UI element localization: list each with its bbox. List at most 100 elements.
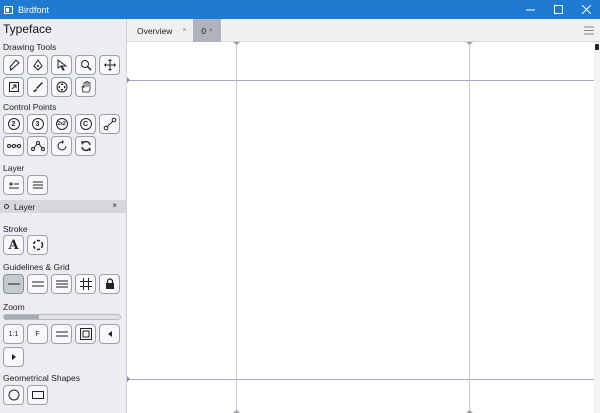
zoom-fit-button[interactable]: F (27, 324, 48, 344)
section-layer: Layer (3, 163, 25, 173)
tab-overview-label: Overview (137, 25, 173, 36)
canvas-scrollbar[interactable] (594, 42, 600, 413)
add-layer-icon (8, 182, 19, 189)
pointer-icon (57, 59, 67, 71)
zoom-fit-label: F (35, 330, 40, 338)
brush-tool-button[interactable] (27, 77, 48, 97)
lock-icon (105, 278, 114, 289)
stroke-text-icon: A (8, 237, 19, 253)
rectangle-shape-button[interactable] (27, 385, 48, 405)
section-geometrical-shapes: Geometrical Shapes (3, 373, 81, 383)
close-button[interactable] (572, 0, 600, 19)
dashed-circle-icon (32, 239, 43, 251)
resize-tool-button[interactable] (3, 77, 24, 97)
point-type-c-label: C (82, 120, 89, 128)
sidebar-title: Typeface (3, 22, 52, 36)
point-type-3-label: 3 (35, 120, 40, 128)
point-type-3-button[interactable]: 3 (27, 114, 48, 134)
layer-name: Layer (14, 201, 36, 212)
maximize-icon (553, 5, 563, 14)
metrics-guides-button[interactable] (27, 274, 48, 294)
hand-tool-button[interactable] (75, 77, 96, 97)
section-zoom: Zoom (3, 302, 25, 312)
pen-tool-button[interactable] (3, 55, 24, 75)
stroke-text-button[interactable]: A (3, 235, 24, 255)
pen-icon (8, 59, 20, 71)
section-drawing-tools: Drawing Tools (3, 42, 57, 52)
guide-markers (127, 42, 473, 413)
move-tool-button[interactable] (99, 55, 120, 75)
close-path-button[interactable] (51, 136, 72, 156)
point-type-2x2-label: 2x2 (57, 121, 66, 127)
zoom-icon (80, 60, 92, 71)
line-points-icon (6, 144, 21, 148)
close-icon (581, 5, 591, 14)
app-icon (4, 5, 13, 14)
lock-guides-button[interactable] (99, 274, 120, 294)
tab-overview[interactable]: Overview × (137, 19, 199, 42)
move-icon (103, 59, 116, 71)
bezier-tool-button[interactable] (27, 55, 48, 75)
curve-points-button[interactable] (99, 114, 120, 134)
title-bar: Birdfont (0, 0, 600, 19)
zoom-next-button[interactable] (3, 347, 24, 367)
show-guides-button[interactable] (3, 274, 24, 294)
window-title: Birdfont (18, 4, 50, 15)
zoom-tool-button[interactable] (75, 55, 96, 75)
tab-glyph-0-label: 0 (201, 25, 207, 36)
select-tool-button[interactable] (51, 55, 72, 75)
layer-settings-button[interactable] (27, 175, 48, 195)
resize-icon (8, 82, 19, 92)
horizontal-line-icon (7, 283, 20, 285)
close-path-icon (57, 140, 66, 151)
point-type-c-button[interactable]: C (75, 114, 96, 134)
layer-visibility-icon[interactable] (4, 204, 9, 209)
zoom-previous-button[interactable] (99, 324, 120, 344)
rectangle-icon (31, 391, 44, 399)
extra-guides-button[interactable] (51, 274, 72, 294)
minimize-button[interactable] (516, 0, 544, 19)
maximize-button[interactable] (544, 0, 572, 19)
point-type-2-label: 2 (11, 120, 16, 128)
tab-overview-close-icon[interactable]: × (182, 27, 186, 34)
zoom-1-to-1-button[interactable]: 1:1 (3, 324, 24, 344)
boundaries-icon (55, 331, 68, 337)
corner-points-button[interactable] (27, 136, 48, 156)
hamburger-menu-icon[interactable] (584, 26, 594, 35)
three-lines-icon (55, 280, 68, 288)
grid-button[interactable] (75, 274, 96, 294)
layers-icon (32, 181, 43, 189)
layer-close-icon[interactable]: × (112, 201, 117, 210)
zoom-selection-button[interactable] (75, 324, 96, 344)
zoom-boundaries-button[interactable] (51, 324, 72, 344)
tab-glyph-0[interactable]: 0 × (193, 19, 221, 42)
zoom-slider[interactable] (3, 314, 121, 320)
zoom-slider-fill (4, 315, 39, 319)
stroke-outline-button[interactable] (27, 235, 48, 255)
tool-sidebar: Typeface Drawing Tools Control Points 2 … (0, 19, 127, 413)
corner-points-icon (30, 141, 45, 151)
scrollbar-thumb[interactable] (595, 44, 599, 50)
section-control-points: Control Points (3, 102, 57, 112)
hand-icon (81, 81, 90, 93)
add-layer-button[interactable] (3, 175, 24, 195)
glyph-canvas[interactable] (127, 42, 594, 413)
section-guidelines: Guidelines & Grid (3, 262, 70, 272)
line-points-button[interactable] (3, 136, 24, 156)
circle-icon (8, 389, 19, 401)
section-stroke: Stroke (3, 224, 28, 234)
reverse-path-button[interactable] (75, 136, 96, 156)
triangle-right-icon (11, 354, 16, 360)
point-type-2-button[interactable]: 2 (3, 114, 24, 134)
grid-icon (79, 278, 92, 290)
tab-glyph-0-close-icon[interactable]: × (209, 28, 213, 34)
rotate-icon (56, 81, 67, 93)
tab-bar: Overview × 0 × (127, 19, 600, 42)
rotate-tool-button[interactable] (51, 77, 72, 97)
two-lines-icon (31, 281, 44, 287)
circle-shape-button[interactable] (3, 385, 24, 405)
frame-icon (79, 328, 92, 340)
pencil-icon (32, 59, 43, 71)
layer-list-item[interactable]: Layer × (0, 200, 126, 213)
point-type-2x2-button[interactable]: 2x2 (51, 114, 72, 134)
